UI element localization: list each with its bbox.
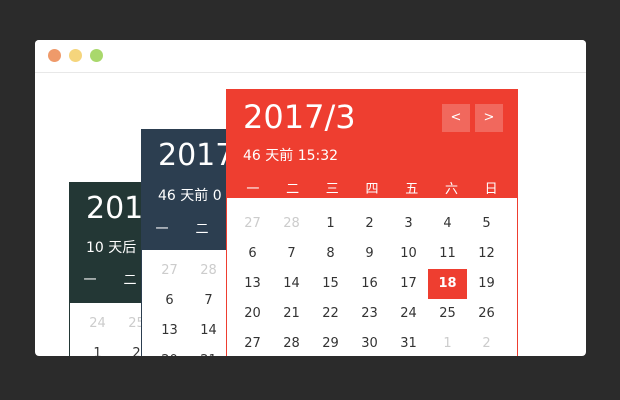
day-cell[interactable]: 3 (389, 209, 428, 239)
day-cell[interactable]: 1 (78, 339, 117, 356)
day-cell[interactable]: 13 (233, 269, 272, 299)
day-cell[interactable]: 5 (467, 209, 506, 239)
prev-month-button[interactable]: < (442, 104, 470, 132)
calendar-week-row: 27 28 29 30 31 1 2 (233, 329, 506, 356)
day-cell[interactable]: 10 (389, 239, 428, 269)
day-cell[interactable]: 1 (428, 329, 467, 356)
day-cell[interactable]: 30 (350, 329, 389, 356)
day-cell[interactable]: 2 (350, 209, 389, 239)
day-cell[interactable]: 12 (467, 239, 506, 269)
weekday-label: 三 (325, 182, 339, 197)
calendar-week-row: 13 14 15 16 17 18 19 (233, 269, 506, 299)
day-cell[interactable]: 14 (272, 269, 311, 299)
calendar-week-row: 27 28 1 2 3 4 5 (233, 209, 506, 239)
day-cell[interactable]: 7 (272, 239, 311, 269)
day-cell[interactable]: 28 (272, 329, 311, 356)
day-cell[interactable]: 29 (311, 329, 350, 356)
weekday-label: 六 (444, 182, 458, 197)
browser-window: 2017 10 天后 一 二 24 25 1 2 2017 46 天前 0 一 … (35, 40, 586, 356)
calendar-front-month-title: 2017/3 (243, 98, 356, 136)
calendar-back-header: 2017 10 天后 一 二 (70, 183, 162, 303)
day-cell[interactable]: 21 (272, 299, 311, 329)
day-cell[interactable]: 1 (311, 209, 350, 239)
calendar-week-row: 6 7 8 9 10 11 12 (233, 239, 506, 269)
calendar-front-subtitle: 46 天前 15:32 (243, 148, 339, 164)
weekday-label: 二 (195, 222, 209, 237)
day-cell[interactable]: 21 (189, 346, 228, 356)
calendar-front-weekdays: 一 二 三 四 五 六 日 (227, 178, 517, 197)
day-cell[interactable]: 17 (389, 269, 428, 299)
calendar-back-subtitle: 10 天后 (86, 240, 137, 256)
weekday-label: 一 (246, 182, 260, 197)
day-cell[interactable]: 14 (189, 316, 228, 346)
day-cell[interactable]: 24 (78, 309, 117, 339)
weekday-label: 五 (405, 182, 419, 197)
day-cell[interactable]: 13 (150, 316, 189, 346)
day-cell[interactable]: 25 (428, 299, 467, 329)
day-cell[interactable]: 27 (150, 256, 189, 286)
calendar-week-row: 20 21 22 23 24 25 26 (233, 299, 506, 329)
day-cell[interactable]: 27 (233, 209, 272, 239)
day-cell[interactable]: 8 (311, 239, 350, 269)
day-cell[interactable]: 28 (272, 209, 311, 239)
day-cell[interactable]: 23 (350, 299, 389, 329)
day-cell[interactable]: 19 (467, 269, 506, 299)
day-cell[interactable]: 11 (428, 239, 467, 269)
day-cell[interactable]: 27 (233, 329, 272, 356)
minimize-window-dot-icon[interactable] (69, 49, 82, 62)
weekday-label: 一 (155, 222, 169, 237)
day-cell[interactable]: 20 (233, 299, 272, 329)
maximize-window-dot-icon[interactable] (90, 49, 103, 62)
day-cell[interactable]: 9 (350, 239, 389, 269)
calendar-back: 2017 10 天后 一 二 24 25 1 2 (69, 182, 162, 356)
day-cell[interactable]: 7 (189, 286, 228, 316)
selected-day-cell[interactable]: 18 (428, 269, 467, 299)
day-cell[interactable]: 20 (150, 346, 189, 356)
calendar-front: 2017/3 < > 46 天前 15:32 一 二 三 四 五 六 日 27 2… (226, 89, 518, 356)
day-cell[interactable]: 6 (150, 286, 189, 316)
day-cell[interactable]: 26 (467, 299, 506, 329)
calendar-middle-days: 27 28 6 7 13 14 20 21 (150, 256, 228, 356)
weekday-label: 一 (83, 273, 97, 288)
window-titlebar (35, 40, 586, 73)
close-window-dot-icon[interactable] (48, 49, 61, 62)
day-cell[interactable]: 4 (428, 209, 467, 239)
day-cell[interactable]: 31 (389, 329, 428, 356)
day-cell[interactable]: 15 (311, 269, 350, 299)
calendar-front-days: 27 28 1 2 3 4 5 6 7 8 9 10 11 12 13 14 15 16 17 18 19 20 21 22 2… (233, 209, 506, 356)
weekday-label: 二 (286, 182, 300, 197)
day-cell[interactable]: 2 (467, 329, 506, 356)
day-cell[interactable]: 24 (389, 299, 428, 329)
day-cell[interactable]: 6 (233, 239, 272, 269)
page-content: 2017 10 天后 一 二 24 25 1 2 2017 46 天前 0 一 … (35, 73, 586, 356)
calendar-middle-subtitle: 46 天前 0 (158, 188, 222, 204)
day-cell[interactable]: 22 (311, 299, 350, 329)
next-month-button[interactable]: > (475, 104, 503, 132)
calendar-front-header: 2017/3 < > 46 天前 15:32 一 二 三 四 五 六 日 (227, 90, 517, 198)
day-cell[interactable]: 28 (189, 256, 228, 286)
calendar-middle-year: 2017 (158, 138, 235, 173)
weekday-label: 日 (484, 182, 498, 197)
weekday-label: 四 (365, 182, 379, 197)
day-cell[interactable]: 16 (350, 269, 389, 299)
